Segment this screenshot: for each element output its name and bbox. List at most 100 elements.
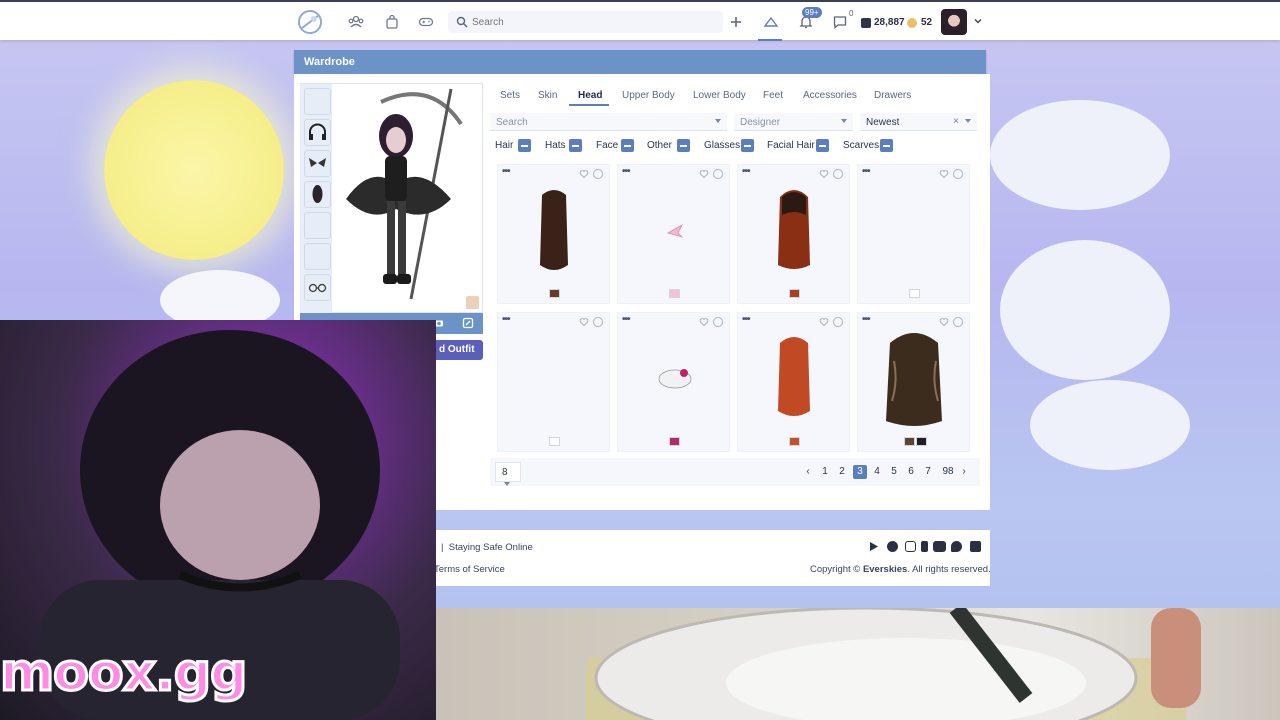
color-swatch[interactable] [916,437,927,446]
caret-down-icon [841,119,847,123]
color-swatch[interactable] [789,289,800,298]
color-swatch[interactable] [904,437,915,446]
prev-page-icon[interactable]: ‹ [801,465,815,479]
tab-drawers[interactable]: Drawers [874,90,911,101]
copyright: Copyright © Everskies. All rights reserv… [810,564,991,575]
filter-facial-hair-toggle[interactable] [816,139,829,152]
messages-icon[interactable] [832,14,848,30]
gems-balance: 28,887 [874,17,905,28]
tab-lower-body[interactable]: Lower Body [693,90,746,101]
per-page-value: 8 [502,467,508,478]
color-swatch[interactable] [669,437,680,446]
tab-head[interactable]: Head [578,90,602,101]
next-page-icon[interactable]: › [957,465,971,479]
item-card[interactable]: ••• [497,312,610,452]
clear-x-icon[interactable]: × [953,116,959,127]
shop-bag-icon[interactable] [384,14,400,30]
glasses-icon [308,283,327,293]
user-avatar[interactable] [941,9,967,35]
tab-accessories[interactable]: Accessories [803,90,857,101]
item-card[interactable]: ••• [617,312,730,452]
heart-icon[interactable] [939,169,949,179]
tab-upper-body[interactable]: Upper Body [622,90,675,101]
color-swatch[interactable] [549,437,560,446]
skin-tone-swatch[interactable] [466,296,479,309]
slot-hair[interactable] [304,181,331,208]
slot-shoes[interactable] [304,243,331,270]
color-swatch[interactable] [909,289,920,298]
item-card[interactable]: ••• [737,312,850,452]
page-link[interactable]: 7 [921,465,935,479]
item-card[interactable]: ••• [617,164,730,304]
community-icon[interactable] [348,14,364,30]
cloud-decoration [1000,240,1170,380]
more-options-icon[interactable]: ••• [862,166,870,177]
tab-skin[interactable]: Skin [538,90,557,101]
youtube-icon[interactable] [933,541,946,552]
copyright-brand: Everskies [862,564,908,575]
footer-links[interactable]: s | Staying Safe Online [431,542,533,553]
more-options-icon[interactable]: ••• [502,314,510,325]
tab-sets[interactable]: Sets [500,90,520,101]
apple-icon[interactable] [887,541,898,552]
item-card[interactable]: ••• [857,312,970,452]
copyright-prefix: Copyright © [810,564,863,575]
slot-necklace[interactable] [304,88,331,115]
filter-face-toggle[interactable] [621,139,634,152]
slot-glasses[interactable] [304,274,331,301]
chevron-down-icon[interactable] [973,16,983,26]
page-link[interactable]: 2 [835,465,849,479]
instagram-icon[interactable] [905,541,916,552]
info-icon[interactable] [593,317,603,327]
twitter-icon[interactable] [951,541,962,552]
global-search[interactable] [448,11,723,33]
plus-icon[interactable] [728,14,744,30]
info-icon[interactable] [953,169,963,179]
everskies-logo-icon[interactable] [293,8,327,36]
page-link[interactable]: 4 [870,465,884,479]
per-page-select[interactable]: 8 [495,462,521,486]
discord-icon[interactable] [970,541,981,552]
page-link[interactable]: 1 [818,465,832,479]
copyright-suffix: . All rights reserved. [907,564,991,575]
filter-other-toggle[interactable] [677,139,690,152]
hair-auburn-icon [778,190,810,269]
filter-hair-toggle[interactable] [518,139,531,152]
item-card[interactable]: ••• [857,164,970,304]
color-swatch[interactable] [549,289,560,298]
color-swatch[interactable] [669,289,680,298]
slot-headphones[interactable] [304,119,331,146]
wardrobe-hanger-icon[interactable] [763,14,779,30]
games-controller-icon[interactable] [418,14,434,30]
google-play-icon[interactable] [868,541,879,552]
color-swatch[interactable] [789,437,800,446]
global-search-input[interactable] [472,14,712,30]
designer-select[interactable]: Designer [734,113,853,131]
caret-down-icon [965,119,971,123]
edit-note-icon[interactable] [462,317,474,329]
slot-stockings[interactable] [304,212,331,239]
gem-icon [861,18,871,28]
save-outfit-button[interactable]: d Outfit [436,340,483,360]
filter-scarves-toggle[interactable] [880,139,893,152]
slot-wings[interactable] [304,150,331,177]
page-link-current[interactable]: 3 [853,465,867,479]
coins-balance: 52 [921,17,933,28]
heart-icon[interactable] [579,317,589,327]
page-link[interactable]: 6 [904,465,918,479]
tab-feet[interactable]: Feet [763,90,783,101]
item-card[interactable]: ••• [497,164,610,304]
sort-select[interactable]: Newest × [860,113,977,131]
page-link[interactable]: 98 [940,465,956,479]
filter-glasses-label: Glasses [704,140,741,151]
filter-facial-hair-label: Facial Hair [767,140,815,151]
terms-of-service-link[interactable]: Terms of Service [434,564,505,575]
filter-hats-toggle[interactable] [569,139,582,152]
item-card[interactable]: ••• [737,164,850,304]
page-link[interactable]: 5 [887,465,901,479]
item-search-input[interactable]: Search [490,113,727,131]
caret-down-icon [504,482,510,486]
filter-hair-label: Hair [495,140,514,151]
tumblr-icon[interactable] [921,541,928,552]
filter-glasses-toggle[interactable] [741,139,754,152]
